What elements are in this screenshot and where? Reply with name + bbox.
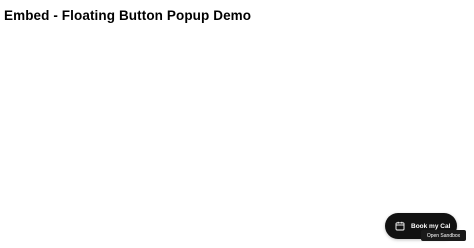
page: Embed - Floating Button Popup Demo Book …: [0, 0, 474, 248]
calendar-icon: [395, 221, 405, 231]
book-my-cal-label: Book my Cal: [411, 222, 451, 230]
page-title: Embed - Floating Button Popup Demo: [4, 8, 252, 23]
open-sandbox-label: Open Sandbox: [426, 232, 461, 239]
open-sandbox-link[interactable]: Open Sandbox: [421, 230, 466, 241]
